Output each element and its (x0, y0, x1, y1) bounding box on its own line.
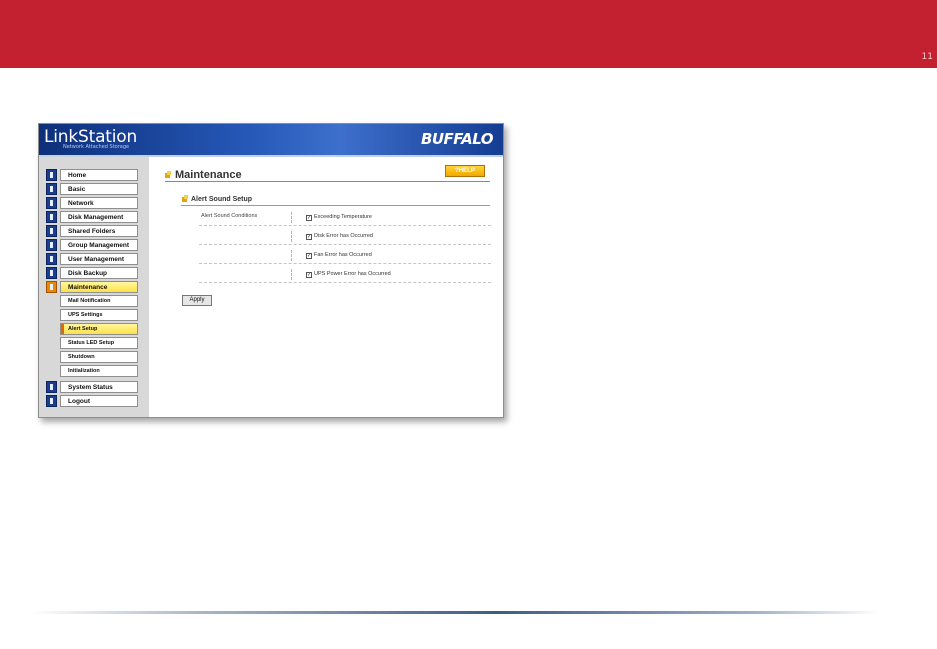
subnav-ups-settings[interactable]: UPS Settings (60, 309, 138, 321)
nav-label: Shared Folders (60, 225, 138, 237)
help-button[interactable]: ?HELP (445, 165, 485, 177)
checkbox-ups-power-error[interactable]: ✓ (306, 272, 312, 278)
folder-icon (46, 225, 57, 237)
nav-label: Network (60, 197, 138, 209)
nav-item-logout[interactable]: Logout (46, 395, 138, 407)
tools-icon (46, 281, 57, 293)
footer-rule (30, 611, 880, 614)
nav-item-group-management[interactable]: Group Management (46, 239, 138, 251)
linkstation-screenshot: LinkStation Network Attached Storage BUF… (38, 123, 504, 418)
nav-label: System Status (60, 381, 138, 393)
subnav-shutdown[interactable]: Shutdown (60, 351, 138, 363)
nav-item-network[interactable]: Network (46, 197, 138, 209)
section-bullet-icon (182, 195, 188, 202)
option-row: ✓ UPS Power Error has Occurred (291, 269, 491, 288)
nav-label: Maintenance (60, 281, 138, 293)
row-separator (291, 231, 292, 242)
checkbox-disk-error[interactable]: ✓ (306, 234, 312, 240)
nav-label: Group Management (60, 239, 138, 251)
nav-label: User Management (60, 253, 138, 265)
option-row: ✓ Exceeding Temperature (291, 212, 491, 231)
row-separator (291, 212, 292, 223)
nav-label: Logout (60, 395, 138, 407)
nav-label: Basic (60, 183, 138, 195)
checkbox-exceeding-temperature[interactable]: ✓ (306, 215, 312, 221)
option-label: Disk Error has Occurred (314, 233, 373, 239)
option-label: UPS Power Error has Occurred (314, 271, 391, 277)
row-divider (199, 282, 491, 283)
nav-item-disk-backup[interactable]: Disk Backup (46, 267, 138, 279)
sidebar: Home Basic Network Disk Management Share… (39, 157, 149, 417)
apply-button[interactable]: Apply (182, 295, 212, 306)
nav-label: Disk Management (60, 211, 138, 223)
nav-item-disk-management[interactable]: Disk Management (46, 211, 138, 223)
network-icon (46, 197, 57, 209)
nav-item-basic[interactable]: Basic (46, 183, 138, 195)
backup-icon (46, 267, 57, 279)
subnav-initialization[interactable]: Initialization (60, 365, 138, 377)
row-divider (199, 263, 491, 264)
app-header: LinkStation Network Attached Storage BUF… (39, 124, 503, 155)
subnav-status-led-setup[interactable]: Status LED Setup (60, 337, 138, 349)
buffalo-logo: BUFFALO (420, 130, 494, 148)
disk-icon (46, 211, 57, 223)
nav-label: Disk Backup (60, 267, 138, 279)
option-label: Fan Error has Occurred (314, 252, 372, 258)
nav-label: Home (60, 169, 138, 181)
logo-subtitle: Network Attached Storage (63, 144, 130, 150)
row-separator (291, 250, 292, 261)
main-panel: Maintenance ?HELP Alert Sound Setup Aler… (149, 157, 503, 417)
row-separator (291, 269, 292, 280)
basic-icon (46, 183, 57, 195)
row-divider (199, 225, 491, 226)
status-icon (46, 381, 57, 393)
title-bullet-icon (165, 171, 171, 178)
section-title: Alert Sound Setup (191, 196, 253, 203)
nav-item-maintenance[interactable]: Maintenance (46, 281, 138, 293)
option-row: ✓ Fan Error has Occurred (291, 250, 491, 269)
top-banner (0, 0, 937, 68)
checkbox-fan-error[interactable]: ✓ (306, 253, 312, 259)
option-label: Exceeding Temperature (314, 214, 372, 220)
row-divider (199, 244, 491, 245)
group-icon (46, 239, 57, 251)
user-icon (46, 253, 57, 265)
alert-conditions-label: Alert Sound Conditions (201, 213, 258, 219)
page-title: Maintenance (175, 169, 242, 181)
logout-icon (46, 395, 57, 407)
option-row: ✓ Disk Error has Occurred (291, 231, 491, 250)
page-number: 11 (921, 52, 933, 62)
home-icon (46, 169, 57, 181)
subnav-alert-setup[interactable]: Alert Setup (60, 323, 138, 335)
nav-item-system-status[interactable]: System Status (46, 381, 138, 393)
subnav-mail-notification[interactable]: Mail Notification (60, 295, 138, 307)
title-divider (165, 181, 490, 182)
nav-item-home[interactable]: Home (46, 169, 138, 181)
nav-item-shared-folders[interactable]: Shared Folders (46, 225, 138, 237)
section-divider (181, 205, 490, 206)
nav-item-user-management[interactable]: User Management (46, 253, 138, 265)
